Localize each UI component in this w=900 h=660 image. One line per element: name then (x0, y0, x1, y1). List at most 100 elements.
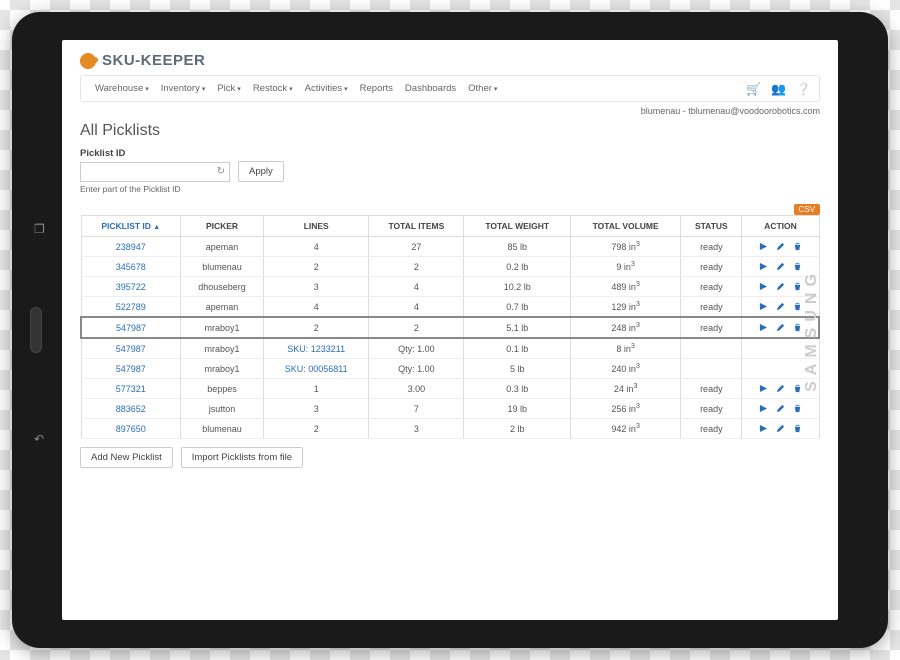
cart-icon[interactable]: 🛒 (746, 82, 761, 96)
nav-warehouse[interactable]: Warehouse▾ (89, 80, 155, 97)
picklist-id-link[interactable]: 897650 (81, 419, 181, 439)
play-icon[interactable] (759, 242, 768, 251)
volume-cell: 248 in3 (571, 317, 681, 338)
play-icon[interactable] (759, 282, 768, 291)
filter-label: Picklist ID (80, 148, 820, 159)
picklist-id-link[interactable]: 345678 (81, 257, 181, 277)
nav-other[interactable]: Other▾ (462, 80, 503, 97)
picklist-id-link[interactable]: 577321 (81, 379, 181, 399)
col-action[interactable]: ACTION (742, 216, 819, 237)
volume-cell: 942 in3 (571, 419, 681, 439)
recent-apps-icon[interactable]: ❐ (34, 222, 45, 236)
volume-cell: 798 in3 (571, 237, 681, 257)
action-cell (742, 419, 819, 439)
app-screen: SKU-KEEPER Warehouse▾Inventory▾Pick▾Rest… (62, 40, 838, 620)
delete-icon[interactable] (793, 262, 802, 271)
picklist-id-link[interactable]: 547987 (81, 359, 181, 379)
col-total-items[interactable]: TOTAL ITEMS (369, 216, 464, 237)
nav-activities[interactable]: Activities▾ (299, 80, 354, 97)
sort-asc-icon: ▲ (153, 224, 160, 231)
picker-cell: mraboy1 (181, 317, 264, 338)
delete-icon[interactable] (793, 302, 802, 311)
edit-icon[interactable] (776, 323, 785, 332)
col-picklist-id[interactable]: PICKLIST ID ▲ (81, 216, 181, 237)
sku-link[interactable]: SKU: 1233211 (263, 338, 368, 359)
nav-pick[interactable]: Pick▾ (211, 80, 246, 97)
export-csv-button[interactable]: CSV (794, 204, 820, 215)
picker-cell: jsutton (181, 399, 264, 419)
refresh-icon[interactable]: ↻ (217, 166, 225, 177)
picklist-id-link[interactable]: 547987 (81, 338, 181, 359)
chevron-down-icon: ▾ (494, 86, 498, 93)
delete-icon[interactable] (793, 384, 802, 393)
status-cell: ready (681, 379, 742, 399)
volume-cell: 24 in3 (571, 379, 681, 399)
play-icon[interactable] (759, 323, 768, 332)
picker-cell: blumenau (181, 257, 264, 277)
lines-cell: 1 (263, 379, 368, 399)
apply-button[interactable]: Apply (238, 161, 284, 182)
delete-icon[interactable] (793, 282, 802, 291)
picker-cell: apeman (181, 237, 264, 257)
lines-cell: 2 (263, 257, 368, 277)
status-cell (681, 359, 742, 379)
items-cell: 27 (369, 237, 464, 257)
picklists-table: PICKLIST ID ▲PICKERLINESTOTAL ITEMSTOTAL… (80, 215, 820, 439)
delete-icon[interactable] (793, 242, 802, 251)
nav-inventory[interactable]: Inventory▾ (155, 80, 212, 97)
play-icon[interactable] (759, 302, 768, 311)
table-row: 522789apeman440.7 lb129 in3ready (81, 297, 819, 318)
edit-icon[interactable] (776, 262, 785, 271)
picklist-id-link[interactable]: 522789 (81, 297, 181, 318)
col-total-volume[interactable]: TOTAL VOLUME (571, 216, 681, 237)
picklist-id-link[interactable]: 238947 (81, 237, 181, 257)
col-picker[interactable]: PICKER (181, 216, 264, 237)
items-cell: 7 (369, 399, 464, 419)
table-detail-row: 547987mraboy1SKU: 00056811Qty: 1.005 lb2… (81, 359, 819, 379)
lines-cell: 3 (263, 277, 368, 297)
picklist-id-link[interactable]: 395722 (81, 277, 181, 297)
nav-restock[interactable]: Restock▾ (247, 80, 299, 97)
table-row: 883652jsutton3719 lb256 in3ready (81, 399, 819, 419)
back-icon[interactable]: ↶ (34, 432, 44, 446)
weight-cell: 0.2 lb (464, 257, 571, 277)
delete-icon[interactable] (793, 404, 802, 413)
chevron-down-icon: ▾ (289, 86, 293, 93)
play-icon[interactable] (759, 262, 768, 271)
nav-dashboards[interactable]: Dashboards (399, 80, 462, 97)
status-cell: ready (681, 317, 742, 338)
delete-icon[interactable] (793, 323, 802, 332)
play-icon[interactable] (759, 424, 768, 433)
sku-link[interactable]: SKU: 00056811 (263, 359, 368, 379)
delete-icon[interactable] (793, 424, 802, 433)
picklist-id-input[interactable]: ↻ (80, 162, 230, 182)
brand-logo-icon (80, 53, 96, 69)
status-cell: ready (681, 297, 742, 318)
status-cell: ready (681, 257, 742, 277)
help-icon[interactable]: ❔ (796, 82, 811, 96)
chevron-down-icon: ▾ (237, 86, 241, 93)
users-icon[interactable]: 👥 (771, 82, 786, 96)
picker-cell: dhouseberg (181, 277, 264, 297)
nav-reports[interactable]: Reports (354, 80, 399, 97)
volume-cell: 9 in3 (571, 257, 681, 277)
edit-icon[interactable] (776, 302, 785, 311)
filter-hint: Enter part of the Picklist ID (80, 184, 820, 194)
picklist-id-link[interactable]: 547987 (81, 317, 181, 338)
edit-icon[interactable] (776, 384, 785, 393)
items-cell: 3.00 (369, 379, 464, 399)
col-total-weight[interactable]: TOTAL WEIGHT (464, 216, 571, 237)
play-icon[interactable] (759, 384, 768, 393)
device-brand: SAMSUNG (803, 268, 821, 392)
play-icon[interactable] (759, 404, 768, 413)
home-button[interactable] (30, 307, 42, 353)
edit-icon[interactable] (776, 404, 785, 413)
picklist-id-link[interactable]: 883652 (81, 399, 181, 419)
col-lines[interactable]: LINES (263, 216, 368, 237)
col-status[interactable]: STATUS (681, 216, 742, 237)
import-picklists-button[interactable]: Import Picklists from file (181, 447, 303, 468)
add-picklist-button[interactable]: Add New Picklist (80, 447, 173, 468)
edit-icon[interactable] (776, 242, 785, 251)
edit-icon[interactable] (776, 424, 785, 433)
edit-icon[interactable] (776, 282, 785, 291)
